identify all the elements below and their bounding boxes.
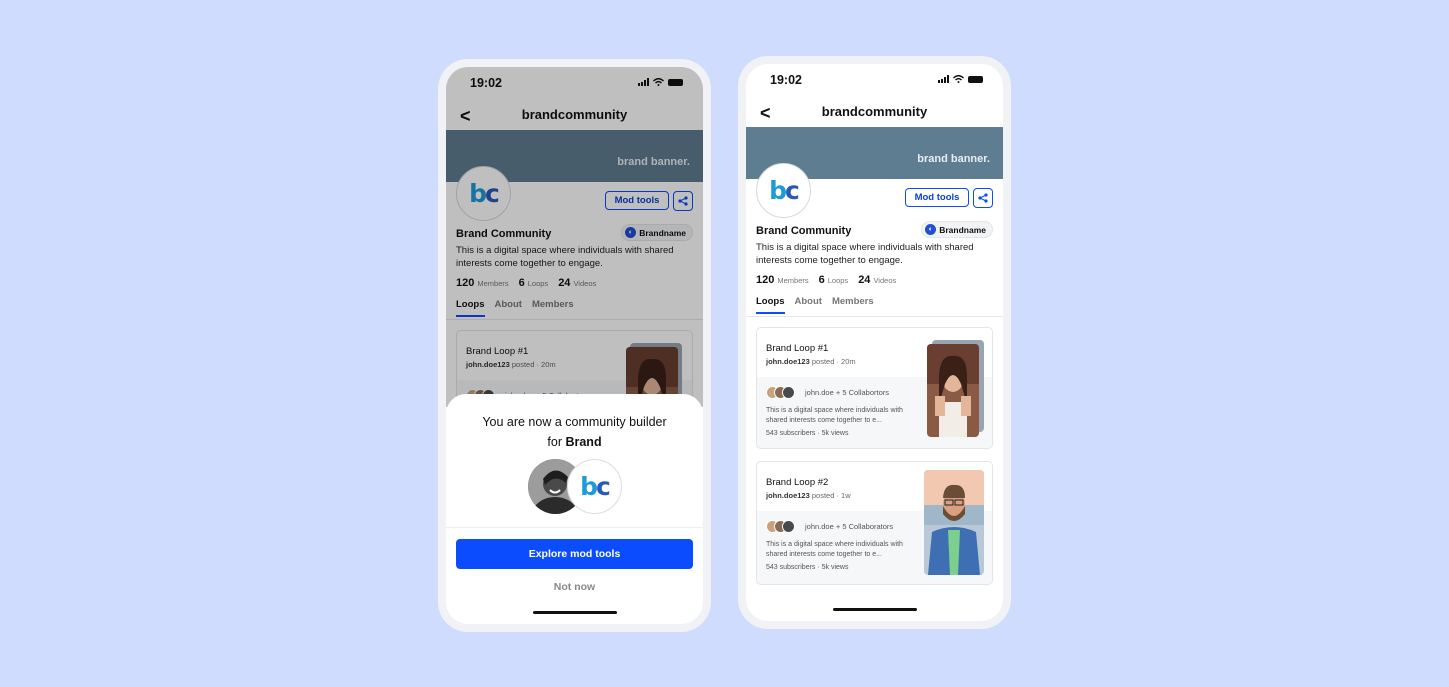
loop-meta: john.doe123 posted · 20m [766, 357, 856, 366]
logo-letter-b: b [769, 176, 787, 205]
phone-screen: 19:02 < brandcommunity brand banner. bc … [446, 67, 703, 624]
community-description: This is a digital space where individual… [756, 242, 974, 266]
community-logo: bc [756, 163, 811, 218]
tab-about[interactable]: About [795, 296, 822, 314]
loop-thumbnail [927, 344, 979, 437]
wifi-icon [953, 75, 964, 83]
loop-title: Brand Loop #1 [766, 343, 829, 354]
loop-description: This is a digital space where individual… [766, 407, 903, 424]
tab-loops[interactable]: Loops [756, 296, 785, 314]
bottom-sheet: You are now a community builder for Bran… [446, 394, 703, 624]
home-indicator [832, 608, 917, 611]
sheet-title: You are now a community builder for Bran… [446, 412, 703, 452]
stat-label: Videos [873, 276, 897, 285]
loop-author: john.doe123 [766, 357, 810, 366]
banner-text: brand banner. [917, 153, 990, 165]
collaborator-avatars [766, 386, 795, 399]
loop-card[interactable]: Brand Loop #1 john.doe123 posted · 20m j… [756, 327, 993, 449]
loop-description: This is a digital space where individual… [766, 541, 903, 558]
sheet-title-brand: Brand [565, 435, 602, 449]
brand-chip[interactable]: ◐ Brandname [921, 221, 993, 238]
community-name: Brand Community [756, 225, 852, 237]
share-button[interactable] [973, 188, 993, 208]
stat-value: 6 [818, 274, 825, 286]
loop-collaborators: john.doe + 5 Collaborators [805, 522, 894, 531]
loop-posted: posted · 20m [811, 357, 856, 366]
logo-letter-c: c [785, 176, 800, 205]
sheet-title-line1: You are now a community builder [482, 415, 667, 429]
logo-letter-c: c [596, 472, 611, 501]
phone-screen: 19:02 < brandcommunity brand banner. bc … [746, 64, 1003, 621]
share-icon [978, 193, 988, 203]
status-bar: 19:02 [746, 64, 1003, 98]
community-stats: 120 Members 6 Loops 24 Videos [756, 274, 906, 286]
home-indicator [532, 611, 617, 614]
brand-chip-label: Brandname [939, 224, 986, 235]
phone-mockup-right: 19:02 < brandcommunity brand banner. bc … [738, 56, 1011, 629]
bc-logo-icon: bc [769, 176, 800, 205]
stat-value: 24 [858, 274, 871, 286]
loop-subscribers: 543 subscribers · 5k views [766, 564, 849, 571]
signal-icon [938, 75, 949, 83]
loop-posted: posted · 1w [811, 491, 851, 500]
logo-letter-b: b [580, 472, 598, 501]
dim-overlay[interactable] [446, 67, 703, 407]
not-now-button[interactable]: Not now [446, 581, 703, 593]
stat-label: Loops [827, 276, 849, 285]
status-icons [938, 75, 983, 83]
status-time: 19:02 [770, 73, 802, 87]
loop-subscribers: 543 subscribers · 5k views [766, 430, 849, 437]
loop-meta: john.doe123 posted · 1w [766, 491, 851, 500]
nav-bar: < brandcommunity [746, 98, 1003, 128]
divider [446, 527, 703, 528]
community-logo-small: bc [567, 459, 622, 514]
stat-value: 120 [756, 274, 775, 286]
divider [746, 316, 1003, 317]
loop-author: john.doe123 [766, 491, 810, 500]
phone-mockup-left: 19:02 < brandcommunity brand banner. bc … [438, 59, 711, 632]
loop-collaborators: john.doe + 5 Collabortors [805, 388, 890, 397]
page-title: brandcommunity [821, 104, 928, 119]
brand-chip-icon: ◐ [925, 224, 937, 235]
sheet-title-for: for [547, 435, 562, 449]
mod-tools-button[interactable]: Mod tools [905, 188, 969, 207]
loop-thumbnail [924, 470, 984, 575]
loop-card[interactable]: Brand Loop #2 john.doe123 posted · 1w jo… [756, 461, 993, 585]
tab-members[interactable]: Members [832, 296, 874, 314]
loop-title: Brand Loop #2 [766, 477, 829, 488]
collaborator-avatars [766, 520, 795, 533]
bc-logo-icon: bc [580, 472, 611, 501]
community-tabs: Loops About Members [756, 296, 874, 314]
explore-mod-tools-button[interactable]: Explore mod tools [456, 539, 693, 569]
stat-label: Members [777, 276, 809, 285]
battery-icon [968, 75, 983, 83]
